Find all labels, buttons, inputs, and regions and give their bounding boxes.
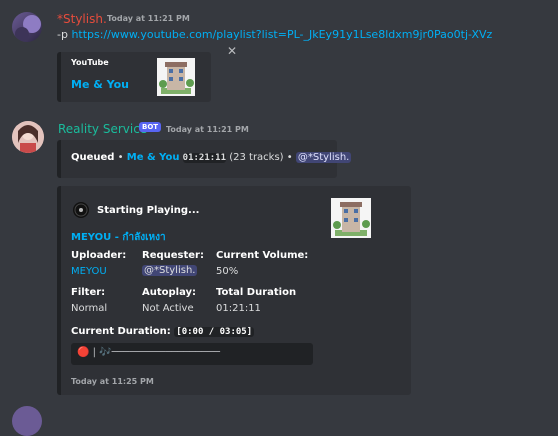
queued-line: Queued • Me & You 01:21:11 (23 tracks) •… xyxy=(71,152,352,163)
track-title-link[interactable]: MEYOU - กำลังเหงา xyxy=(71,230,166,245)
field-value-autoplay: Not Active xyxy=(142,303,194,314)
playlist-link[interactable]: https://www.youtube.com/playlist?list=PL… xyxy=(71,28,492,41)
queued-track-count: (23 tracks) xyxy=(229,152,284,163)
progress-line: 🔴 | 🎶────────────────── xyxy=(77,347,220,358)
field-value-volume: 50% xyxy=(216,266,239,277)
next-user-avatar[interactable] xyxy=(12,406,42,436)
vinyl-icon xyxy=(72,201,90,222)
avatar-image xyxy=(15,15,41,41)
bot-tag: BOT xyxy=(139,122,162,132)
current-duration-label: Current Duration: xyxy=(71,326,171,337)
field-name-filter: Filter: xyxy=(71,287,106,298)
field-value-total-duration: 01:21:11 xyxy=(216,303,261,314)
player-thumbnail[interactable] xyxy=(331,198,371,238)
field-name-requester: Requester: xyxy=(142,250,204,261)
youtube-embed: YouTube Me & You xyxy=(57,52,211,102)
embed-footer-timestamp: Today at 11:25 PM xyxy=(71,377,154,386)
building-thumbnail-image xyxy=(333,202,370,236)
field-name-autoplay: Autoplay: xyxy=(142,287,197,298)
field-value-filter: Normal xyxy=(71,303,108,314)
embed-provider: YouTube xyxy=(71,58,109,67)
message-timestamp: Today at 11:21 PM xyxy=(166,125,249,134)
author-name[interactable]: *Stylish. xyxy=(57,12,107,26)
queued-embed: Queued • Me & You 01:21:11 (23 tracks) •… xyxy=(57,140,352,178)
queued-separator: • xyxy=(117,152,124,163)
field-name-uploader: Uploader: xyxy=(71,250,127,261)
command-prefix: -p xyxy=(57,28,68,41)
now-playing-embed: Starting Playing... MEYOU - กำลังเหงา Up… xyxy=(57,186,411,395)
queued-separator: • xyxy=(286,152,293,163)
field-name-total-duration: Total Duration xyxy=(216,287,297,298)
disc-graphic xyxy=(73,202,89,218)
field-value-uploader[interactable]: MEYOU xyxy=(71,266,107,277)
queued-playlist-link[interactable]: Me & You xyxy=(127,152,180,163)
message-timestamp: Today at 11:21 PM xyxy=(107,14,190,23)
field-name-volume: Current Volume: xyxy=(216,250,309,261)
bot-avatar[interactable] xyxy=(12,121,44,153)
current-duration-row: Current Duration: [0:00 / 03:05] xyxy=(71,324,255,337)
progress-block: 🔴 | 🎶────────────────── xyxy=(71,343,313,365)
current-duration-value: [0:00 / 03:05] xyxy=(174,327,255,337)
close-icon[interactable]: ✕ xyxy=(227,44,237,58)
building-thumbnail-image xyxy=(159,62,194,94)
embed-title-link[interactable]: Me & You xyxy=(71,78,129,91)
avatar-image xyxy=(12,121,44,153)
field-value-requester[interactable]: @*Stylish. xyxy=(142,265,198,276)
queued-duration: 01:21:11 xyxy=(182,153,227,163)
message-content: -p https://www.youtube.com/playlist?list… xyxy=(57,28,492,41)
requester-mention[interactable]: @*Stylish. xyxy=(295,152,352,163)
user-avatar[interactable] xyxy=(12,12,42,42)
player-header: Starting Playing... xyxy=(97,205,200,216)
queued-label: Queued xyxy=(71,152,115,163)
embed-thumbnail[interactable] xyxy=(157,58,195,96)
bot-name[interactable]: Reality Service xyxy=(58,122,147,136)
